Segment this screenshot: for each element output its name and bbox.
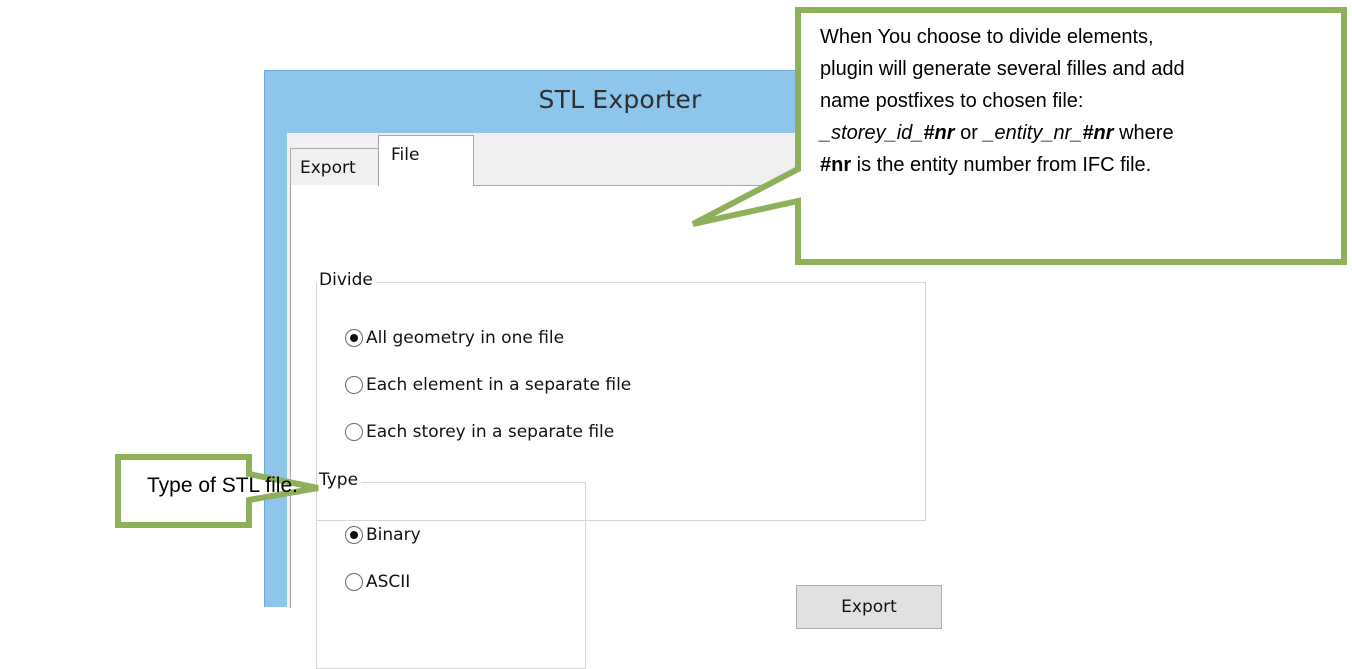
or-text: or <box>954 122 984 144</box>
nr-token: #nr <box>1082 122 1114 144</box>
top-callout-text: When You choose to divide elements, plug… <box>820 21 1340 181</box>
entity-number-text: is the entity number from IFC file. <box>851 154 1152 176</box>
where-text: where <box>1113 122 1174 144</box>
nr-token: #nr <box>820 154 852 176</box>
callout-line: #nr is the entity number from IFC file. <box>820 149 1340 181</box>
callout-line: name postfixes to chosen file: <box>820 90 1084 112</box>
nr-token: #nr <box>923 122 955 144</box>
callout-line: _storey_id_#nr or _entity_nr_#nr where <box>820 117 1340 149</box>
tab-file[interactable]: File <box>378 135 474 186</box>
callout-line: plugin will generate several filles and … <box>820 58 1185 80</box>
left-callout-text: Type of STL file. <box>147 474 298 497</box>
callout-line: When You choose to divide elements, <box>820 26 1154 48</box>
storey-id-postfix: _storey_id_ <box>820 122 924 144</box>
entity-nr-postfix: _entity_nr_ <box>983 122 1083 144</box>
